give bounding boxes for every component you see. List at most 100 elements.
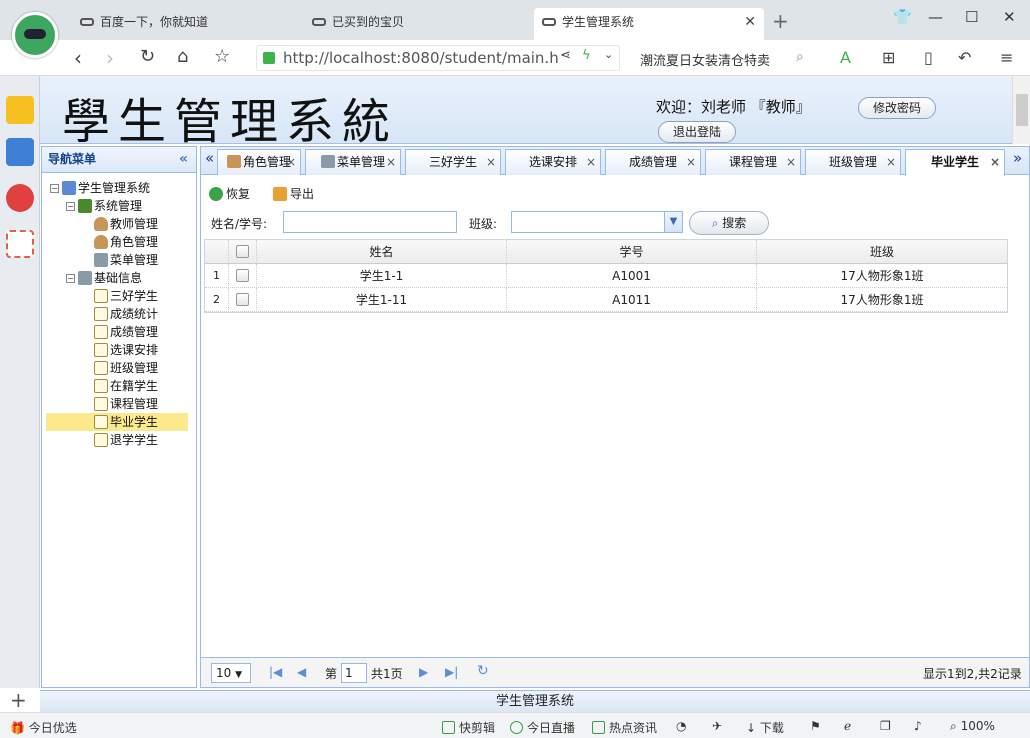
browser-tab-baidu[interactable]: 百度一下，你就知道 (80, 8, 300, 40)
undo-icon[interactable]: ↶ (958, 48, 971, 67)
content-tab[interactable]: 菜单管理 × (305, 149, 401, 175)
home-icon[interactable]: ⌂ (177, 46, 188, 67)
lightning-icon[interactable]: ϟ (582, 48, 591, 63)
browser-logo[interactable] (12, 12, 58, 58)
weibo-icon[interactable] (6, 184, 34, 212)
reload-icon[interactable]: ↻ (140, 46, 155, 67)
nav-item[interactable]: 成绩管理 (82, 323, 158, 341)
nav-item[interactable]: 在籍学生 (82, 377, 158, 395)
expand-toggle-icon[interactable]: − (66, 274, 75, 283)
dropdown-icon[interactable]: ⌄ (604, 48, 613, 61)
close-tab-icon[interactable]: × (486, 150, 496, 174)
prev-page-icon[interactable]: ◀ (297, 665, 306, 679)
reader-icon[interactable]: ▯ (924, 48, 933, 67)
export-button[interactable]: 导出 (273, 185, 314, 202)
column-header-name[interactable]: 姓名 (257, 240, 507, 264)
mail-icon[interactable] (6, 230, 34, 258)
close-tab-icon[interactable]: × (686, 150, 696, 174)
add-sidebar-icon[interactable]: + (10, 688, 27, 712)
tab-scroll-right-icon[interactable]: » (1013, 149, 1022, 167)
select-all-checkbox[interactable] (229, 240, 257, 264)
close-tab-icon[interactable]: × (886, 150, 896, 174)
nav-item[interactable]: 班级管理 (82, 359, 158, 377)
promo-text[interactable]: 潮流夏日女装清仓特卖 (640, 50, 770, 69)
close-tab-icon[interactable]: × (990, 150, 1000, 174)
search-icon[interactable]: ⌕ (796, 49, 804, 65)
nav-item[interactable]: 角色管理 (82, 233, 158, 251)
nav-item[interactable]: 三好学生 (82, 287, 158, 305)
close-tab-icon[interactable]: × (286, 150, 296, 174)
volume-icon[interactable]: ♪ (914, 719, 922, 733)
expand-toggle-icon[interactable]: − (66, 202, 75, 211)
skin-icon[interactable]: 👕 (893, 8, 912, 26)
class-combobox[interactable]: ▼ (511, 211, 683, 233)
status-item-live[interactable]: 今日直播 (510, 719, 575, 736)
window-icon[interactable]: ❐ (880, 719, 891, 733)
row-checkbox[interactable] (229, 288, 257, 312)
daily-picks[interactable]: 🎁 今日优选 (10, 719, 77, 736)
nav-item[interactable]: 课程管理 (82, 395, 158, 413)
status-item-quickcut[interactable]: 快剪辑 (442, 719, 495, 736)
search-button[interactable]: ⌕ 搜索 (689, 211, 769, 235)
column-header-class[interactable]: 班级 (757, 240, 1007, 264)
page-size-select[interactable]: 10 ▼ (211, 663, 251, 683)
nav-item[interactable]: 菜单管理 (82, 251, 158, 269)
next-page-icon[interactable]: ▶ (419, 665, 428, 679)
scrollbar-thumb[interactable] (1016, 94, 1028, 126)
nav-item[interactable]: 教师管理 (82, 215, 158, 233)
first-page-icon[interactable]: |◀ (269, 665, 282, 679)
content-tab[interactable]: 毕业学生 × (905, 149, 1005, 176)
favorites-star-icon[interactable] (6, 96, 34, 124)
nav-item[interactable]: 选课安排 (82, 341, 158, 359)
content-tab[interactable]: 班级管理 × (805, 149, 901, 175)
status-item-download[interactable]: ↓ 下载 (746, 719, 784, 736)
collapse-icon[interactable]: « (179, 147, 188, 171)
menu-icon[interactable]: ≡ (1000, 48, 1013, 67)
forward-icon[interactable]: › (106, 46, 114, 70)
new-tab-button[interactable]: + (772, 9, 789, 33)
nav-item[interactable]: 成绩统计 (82, 305, 158, 323)
apps-grid-icon[interactable]: ⊞ (882, 48, 895, 67)
browser-tab-student-system[interactable]: 学生管理系统 ✕ (534, 8, 764, 40)
last-page-icon[interactable]: ▶| (445, 665, 458, 679)
pin-icon[interactable]: ✈ (712, 719, 722, 733)
nav-item[interactable]: 退学学生 (82, 431, 158, 449)
restore-button[interactable]: 恢复 (209, 185, 250, 202)
flag-icon[interactable]: ⚑ (810, 719, 821, 733)
speed-icon[interactable]: ◔ (676, 719, 686, 733)
content-tab[interactable]: 选课安排 × (505, 149, 601, 175)
browser-tab-purchases[interactable]: 已买到的宝贝 (312, 8, 532, 40)
row-checkbox[interactable] (229, 264, 257, 288)
maximize-icon[interactable]: ☐ (965, 8, 978, 26)
close-window-icon[interactable]: ✕ (1003, 8, 1016, 26)
minimize-icon[interactable]: — (928, 8, 943, 26)
list-icon[interactable] (6, 138, 34, 166)
nav-item[interactable]: − 学生管理系统 (50, 179, 150, 197)
nav-item[interactable]: − 系统管理 (66, 197, 142, 215)
table-row[interactable]: 2 学生1-11 A1011 17人物形象1班 (205, 288, 1007, 312)
close-tab-icon[interactable]: × (586, 150, 596, 174)
column-header-id[interactable]: 学号 (507, 240, 757, 264)
content-tab[interactable]: 课程管理 × (705, 149, 801, 175)
content-tab[interactable]: 角色管理 × (217, 149, 301, 175)
content-tab[interactable]: 三好学生 × (405, 149, 501, 175)
status-item-news[interactable]: 热点资讯 (592, 719, 657, 736)
change-password-button[interactable]: 修改密码 (858, 97, 937, 119)
name-id-input[interactable] (283, 211, 457, 233)
header-scrollbar[interactable] (1012, 76, 1030, 144)
table-row[interactable]: 1 学生1-1 A1001 17人物形象1班 (205, 264, 1007, 288)
content-tab[interactable]: 成绩管理 × (605, 149, 701, 175)
expand-toggle-icon[interactable]: − (50, 184, 59, 193)
refresh-icon[interactable]: ↻ (477, 663, 489, 679)
bookmark-star-icon[interactable]: ☆ (214, 46, 230, 67)
back-icon[interactable]: ‹ (74, 46, 82, 70)
zoom-level[interactable]: ⌕ 100% (950, 719, 995, 734)
nav-item[interactable]: 毕业学生 (46, 413, 188, 431)
chevron-down-icon[interactable]: ▼ (664, 212, 682, 232)
close-tab-icon[interactable]: × (386, 150, 396, 174)
translate-icon[interactable]: A (840, 48, 851, 67)
close-tab-icon[interactable]: × (786, 150, 796, 174)
nav-item[interactable]: − 基础信息 (66, 269, 142, 287)
logout-button[interactable]: 退出登陆 (658, 121, 737, 143)
share-icon[interactable]: ⋖ (560, 48, 571, 63)
